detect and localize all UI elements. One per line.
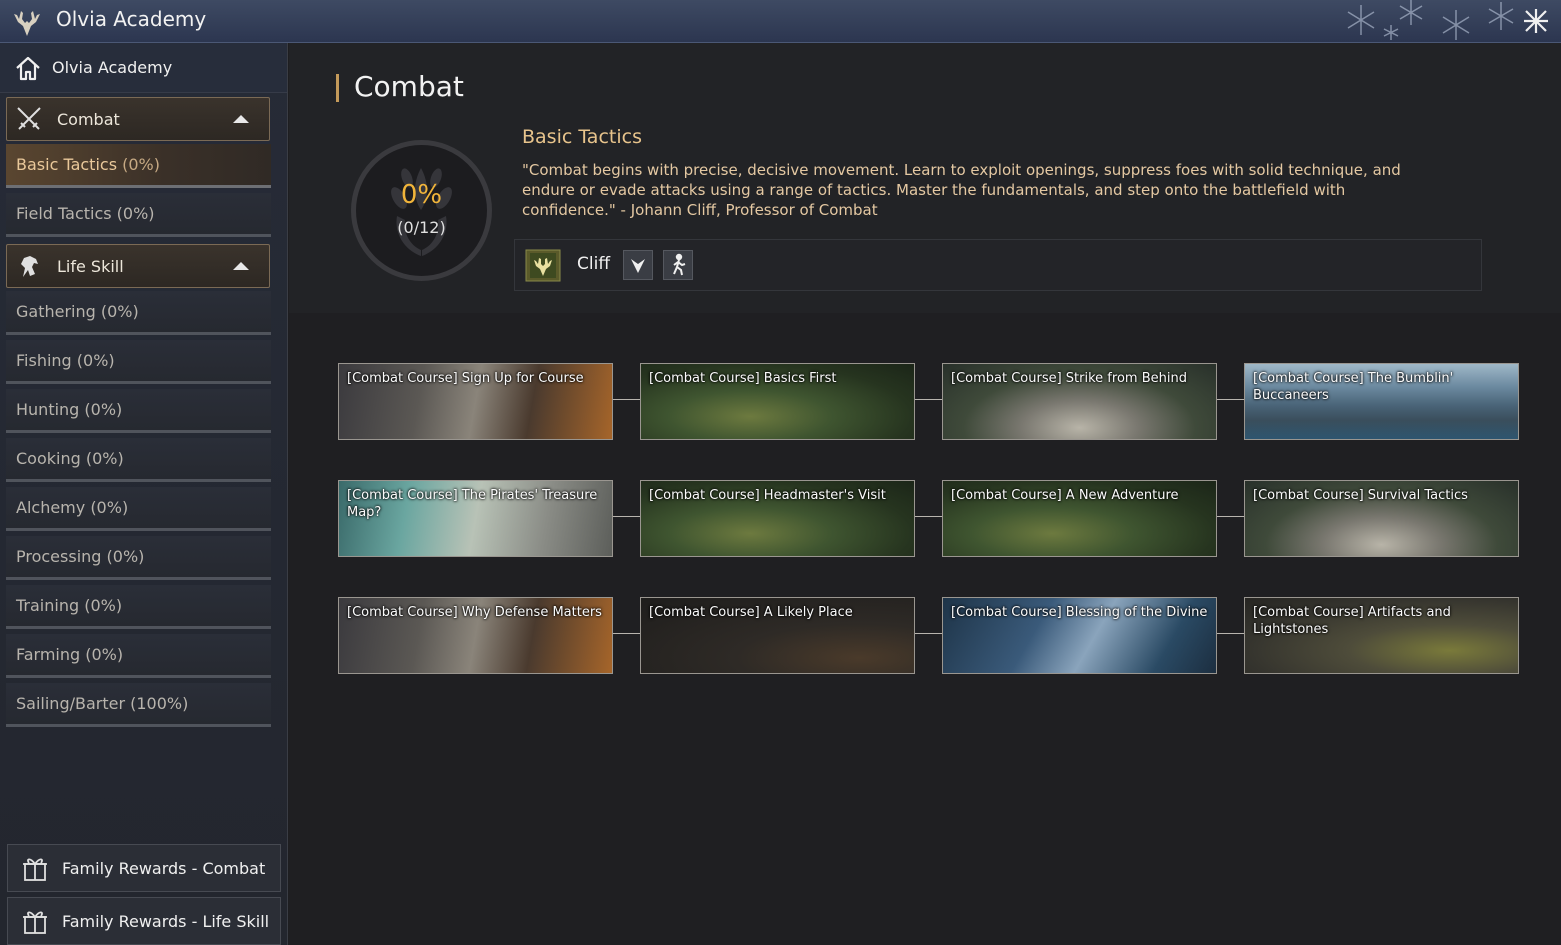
collapse-arrow-icon [233, 115, 249, 123]
item-percent: (0%) [122, 155, 160, 174]
quest-card[interactable]: [Combat Course] The Bumblin' Buccaneers [1244, 363, 1519, 440]
quest-card[interactable]: [Combat Course] Survival Tactics [1244, 480, 1519, 557]
sidebar-item-processing[interactable]: Processing (0%) [6, 536, 271, 580]
npc-info-bar: Cliff [514, 239, 1482, 291]
progress-count: (0/12) [397, 218, 446, 237]
quest-connector [915, 399, 943, 400]
reward-label: Family Rewards - Life Skill [62, 911, 270, 931]
collapse-arrow-icon [233, 262, 249, 270]
quest-label: [Combat Course] The Pirates' Treasure Ma… [347, 488, 598, 520]
quest-label: [Combat Course] A Likely Place [649, 605, 853, 620]
quest-card[interactable]: [Combat Course] Blessing of the Divine [942, 597, 1217, 674]
quest-card[interactable]: [Combat Course] The Pirates' Treasure Ma… [338, 480, 613, 557]
course-description: "Combat begins with precise, decisive mo… [522, 161, 1401, 219]
quest-card[interactable]: [Combat Course] Artifacts and Lightstone… [1244, 597, 1519, 674]
sidebar-item-sailing-barter[interactable]: Sailing/Barter (100%) [6, 683, 271, 727]
category-label: Life Skill [57, 256, 124, 276]
gift-icon [23, 911, 47, 934]
quest-label: [Combat Course] A New Adventure [951, 488, 1179, 503]
item-label: Alchemy (0%) [16, 498, 129, 517]
horse-icon [21, 256, 38, 277]
laurel-emblem-icon [351, 140, 492, 281]
category-combat[interactable]: Combat [6, 97, 270, 141]
gift-icon [23, 858, 47, 881]
quest-card[interactable]: [Combat Course] Sign Up for Course [338, 363, 613, 440]
quest-card[interactable]: [Combat Course] Strike from Behind [942, 363, 1217, 440]
quest-card[interactable]: [Combat Course] Headmaster's Visit [640, 480, 915, 557]
auto-walk-button[interactable] [663, 250, 693, 280]
item-label: Farming (0%) [16, 645, 124, 664]
quest-connector [915, 516, 943, 517]
item-label: Hunting (0%) [16, 400, 123, 419]
quest-label: [Combat Course] Blessing of the Divine [951, 605, 1208, 620]
quest-card[interactable]: [Combat Course] Basics First [640, 363, 915, 440]
category-life-skill[interactable]: Life Skill [6, 244, 270, 288]
sidebar-item-hunting[interactable]: Hunting (0%) [6, 389, 271, 433]
progress-ring: 0% (0/12) [349, 138, 494, 283]
quest-label: [Combat Course] Strike from Behind [951, 371, 1187, 386]
home-button[interactable]: Olvia Academy [0, 43, 287, 93]
quest-connector [1217, 633, 1245, 634]
quest-label: [Combat Course] Basics First [649, 371, 837, 386]
quest-card[interactable]: [Combat Course] Why Defense Matters [338, 597, 613, 674]
family-rewards-combat-button[interactable]: Family Rewards - Combat [7, 844, 281, 892]
sidebar-item-gathering[interactable]: Gathering (0%) [6, 291, 271, 335]
item-label: Fishing (0%) [16, 351, 115, 370]
window-title: Olvia Academy [56, 7, 207, 31]
item-label: Basic Tactics [16, 155, 118, 174]
quest-label: [Combat Course] Headmaster's Visit [649, 488, 886, 503]
quest-connector [915, 633, 943, 634]
quest-label: [Combat Course] The Bumblin' Buccaneers [1253, 371, 1454, 403]
walking-person-icon [673, 253, 686, 276]
home-label: Olvia Academy [52, 58, 173, 77]
quest-card[interactable]: [Combat Course] A Likely Place [640, 597, 915, 674]
title-accent-bar [336, 74, 339, 102]
quest-label: [Combat Course] Sign Up for Course [347, 371, 584, 386]
sidebar-item-farming[interactable]: Farming (0%) [6, 634, 271, 678]
quest-label: [Combat Course] Why Defense Matters [347, 605, 602, 620]
item-label: Training (0%) [16, 596, 123, 615]
category-label: Combat [57, 109, 120, 129]
crossed-swords-icon [17, 107, 41, 130]
quest-connector [613, 633, 641, 634]
item-label: Gathering (0%) [16, 302, 139, 321]
item-label: Processing (0%) [16, 547, 145, 566]
course-title: Basic Tactics [522, 126, 642, 148]
item-label: Sailing/Barter (100%) [16, 694, 189, 713]
quest-connector [1217, 399, 1245, 400]
page-title: Combat [354, 70, 464, 103]
sidebar-item-training[interactable]: Training (0%) [6, 585, 271, 629]
sidebar-item-basic-tactics[interactable]: Basic Tactics (0%) [6, 144, 271, 188]
npc-name: Cliff [577, 254, 611, 274]
sidebar-item-cooking[interactable]: Cooking (0%) [6, 438, 271, 482]
sidebar-item-field-tactics[interactable]: Field Tactics (0%) [6, 193, 271, 237]
snowflake-decoration-icon [1347, 0, 1514, 40]
guild-book-icon [525, 249, 561, 282]
item-label: Cooking (0%) [16, 449, 124, 468]
quest-label: [Combat Course] Survival Tactics [1253, 488, 1468, 503]
family-rewards-life-skill-button[interactable]: Family Rewards - Life Skill [7, 897, 281, 945]
reward-label: Family Rewards - Combat [62, 858, 266, 878]
quest-card[interactable]: [Combat Course] A New Adventure [942, 480, 1217, 557]
item-label: Field Tactics (0%) [16, 204, 155, 223]
home-icon [16, 56, 40, 80]
find-npc-button[interactable] [623, 250, 653, 280]
quest-connector [613, 516, 641, 517]
quest-label: [Combat Course] Artifacts and Lightstone… [1253, 605, 1451, 637]
close-icon[interactable] [1521, 6, 1551, 36]
sidebar-item-fishing[interactable]: Fishing (0%) [6, 340, 271, 384]
progress-percent: 0% [400, 180, 443, 210]
deer-emblem-icon [14, 11, 40, 36]
sidebar-item-alchemy[interactable]: Alchemy (0%) [6, 487, 271, 531]
navigate-arrow-icon [631, 259, 645, 273]
quest-connector [613, 399, 641, 400]
quest-connector [1217, 516, 1245, 517]
title-bar: Olvia Academy [0, 0, 1561, 43]
